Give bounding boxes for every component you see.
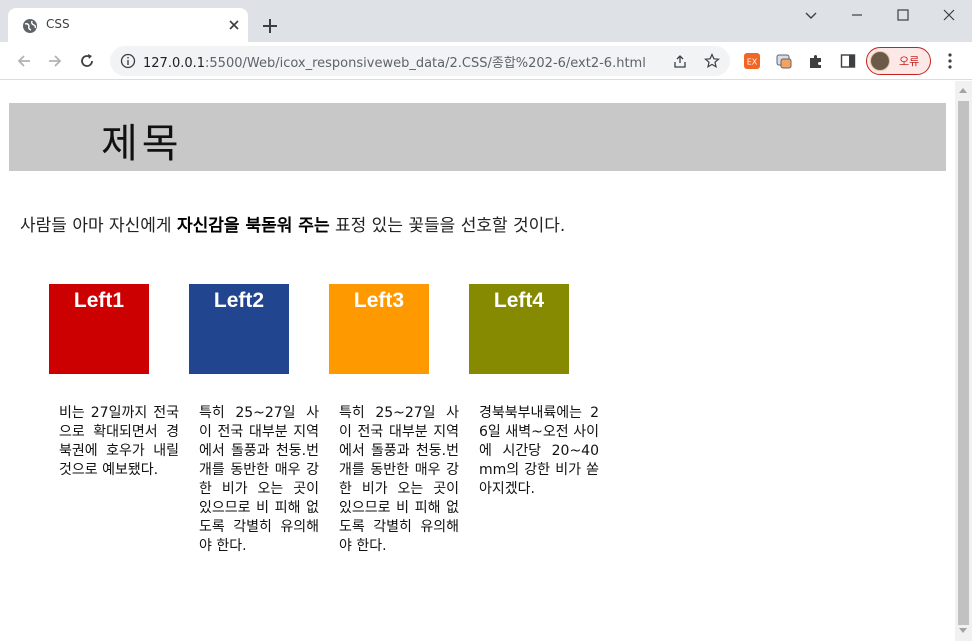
color-box-left3: Left3 bbox=[329, 284, 429, 374]
page-header: 제목 bbox=[9, 103, 946, 171]
card-description: 경북북부내륙에는 26일 새벽~오전 사이에 시간당 20~40mm의 강한 비… bbox=[479, 405, 599, 497]
url-path: :5500/Web/icox_responsiveweb_data/2.CSS/… bbox=[205, 56, 646, 71]
page-title: 제목 bbox=[101, 121, 183, 167]
browser-toolbar: 127.0.0.1:5500/Web/icox_responsiveweb_da… bbox=[0, 42, 972, 80]
scrollbar-thumb[interactable] bbox=[958, 101, 969, 625]
svg-text:EX: EX bbox=[747, 58, 758, 67]
url-host: 127.0.0.1 bbox=[143, 56, 206, 71]
tab-title: CSS bbox=[46, 17, 70, 31]
page-viewport: 제목 사람들 아마 자신에게 자신감을 북돋워 주는 표정 있는 꽃들을 선호할… bbox=[0, 81, 955, 641]
avatar bbox=[870, 51, 890, 71]
minimize-icon[interactable] bbox=[834, 0, 880, 30]
intro-text-start: 사람들 아마 자신에게 bbox=[20, 216, 177, 236]
forward-icon[interactable] bbox=[45, 51, 65, 71]
extension-icon[interactable]: EX bbox=[744, 53, 760, 69]
profile-button[interactable]: 오류 bbox=[866, 47, 931, 75]
intro-emphasis: 자신감을 북돋워 주는 bbox=[176, 216, 330, 236]
scroll-up-arrow-icon[interactable] bbox=[959, 88, 967, 93]
new-tab-button[interactable] bbox=[258, 14, 282, 38]
puzzle-icon[interactable] bbox=[808, 53, 824, 69]
kebab-menu-icon[interactable] bbox=[940, 51, 960, 71]
star-icon[interactable] bbox=[704, 53, 720, 69]
share-icon[interactable] bbox=[672, 53, 688, 69]
card-description: 특히 25~27일 사이 전국 대부분 지역에서 돌풍과 천둥.번개를 동반한 … bbox=[199, 405, 319, 554]
scroll-down-arrow-icon[interactable] bbox=[959, 628, 967, 633]
close-icon[interactable] bbox=[226, 17, 242, 33]
color-box-left1: Left1 bbox=[49, 284, 149, 374]
maximize-icon[interactable] bbox=[880, 0, 926, 30]
color-box-left2: Left2 bbox=[189, 284, 289, 374]
globe-icon bbox=[22, 18, 38, 34]
box-label: Left4 bbox=[493, 289, 545, 312]
card-description: 특히 25~27일 사이 전국 대부분 지역에서 돌풍과 천둥.번개를 동반한 … bbox=[339, 405, 459, 554]
close-icon[interactable] bbox=[926, 0, 972, 30]
address-bar[interactable]: 127.0.0.1:5500/Web/icox_responsiveweb_da… bbox=[110, 46, 730, 76]
back-icon[interactable] bbox=[14, 51, 34, 71]
box-label: Left1 bbox=[73, 289, 125, 312]
color-box-left4: Left4 bbox=[469, 284, 569, 374]
intro-text-end: 표정 있는 꽃들을 선호할 것이다. bbox=[329, 216, 566, 236]
sidepanel-icon[interactable] bbox=[840, 53, 856, 69]
tab-strip: CSS bbox=[0, 0, 972, 42]
box-label: Left3 bbox=[353, 289, 405, 312]
profile-status-label: 오류 bbox=[899, 55, 920, 68]
extension-icon[interactable] bbox=[776, 53, 792, 69]
intro-paragraph: 사람들 아마 자신에게 자신감을 북돋워 주는 표정 있는 꽃들을 선호할 것이… bbox=[20, 211, 565, 236]
info-icon[interactable] bbox=[120, 53, 136, 69]
card-description: 비는 27일까지 전국으로 확대되면서 경북권에 호우가 내릴 것으로 예보됐다… bbox=[59, 405, 179, 478]
box-label: Left2 bbox=[213, 289, 265, 312]
reload-icon[interactable] bbox=[77, 51, 97, 71]
vertical-scrollbar[interactable] bbox=[955, 81, 972, 641]
url-text[interactable]: 127.0.0.1:5500/Web/icox_responsiveweb_da… bbox=[143, 52, 646, 71]
browser-tab[interactable]: CSS bbox=[8, 8, 248, 42]
chevron-down-icon[interactable] bbox=[788, 0, 834, 30]
